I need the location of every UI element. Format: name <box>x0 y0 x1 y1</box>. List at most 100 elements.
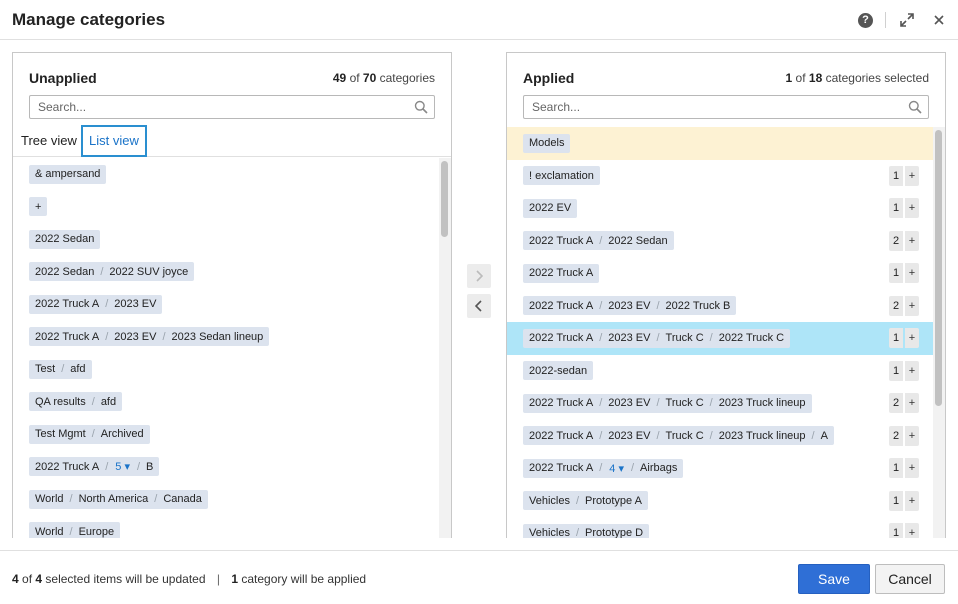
cancel-button[interactable]: Cancel <box>875 564 945 594</box>
plus-icon[interactable]: + <box>905 523 919 538</box>
collapsed-path-dropdown[interactable]: 4 ▾ <box>609 462 624 475</box>
category-chip[interactable]: 2022 Truck A / 2023 EV / 2022 Truck B <box>523 296 737 316</box>
category-path-part: Truck C <box>665 397 704 410</box>
category-chip[interactable]: 2022 Truck A / 2023 EV / Truck C / 2022 Truck … <box>523 328 791 348</box>
category-chip[interactable]: 2022-sedan <box>523 361 594 381</box>
category-chip[interactable]: QA results / afd <box>29 392 123 412</box>
category-chip[interactable]: Vehicles / Prototype A <box>523 491 648 511</box>
category-chip[interactable]: 2022 Truck A / 2023 EV / Truck C / 2023 Truck … <box>523 393 812 413</box>
category-path-part: Vehicles <box>529 494 570 507</box>
plus-icon[interactable]: + <box>905 490 919 511</box>
list-item[interactable]: 2022 Truck A / 2023 EV / 2022 Truck B 2 + <box>507 290 933 323</box>
applied-scrollbar[interactable] <box>933 127 945 538</box>
plus-icon[interactable]: + <box>905 458 919 478</box>
plus-icon[interactable]: + <box>905 198 919 218</box>
unapplied-panel: Unapplied 49 of 70 categories Tree view … <box>12 52 452 538</box>
list-item[interactable]: 2022 Truck A / 2023 EV / Truck C / 2023 Truck … <box>507 420 933 453</box>
plus-icon[interactable]: + <box>905 360 919 381</box>
help-icon[interactable]: ? <box>858 12 873 28</box>
list-item[interactable]: 2022 Sedan <box>13 223 439 256</box>
list-item[interactable]: 2022 Sedan / 2022 SUV joyce <box>13 256 439 289</box>
category-chip[interactable]: Test Mgmt / Archived <box>29 424 150 444</box>
dialog-header: Manage categories ? <box>0 0 958 40</box>
move-left-button[interactable] <box>467 294 491 318</box>
close-icon[interactable] <box>930 11 948 29</box>
category-chip[interactable]: Test / afd <box>29 359 92 379</box>
category-chip[interactable]: 2022 Truck A / 2022 Sedan <box>523 231 674 251</box>
footer-applied-count: 1 <box>231 572 239 586</box>
category-chip[interactable]: & ampersand <box>29 164 107 184</box>
path-separator: / <box>61 363 65 376</box>
list-item[interactable]: + <box>13 191 439 224</box>
list-item[interactable]: 2022 Truck A / 2022 Sedan 2 + <box>507 225 933 258</box>
category-path-part: Europe <box>78 525 115 538</box>
list-item[interactable]: 2022 Truck A / 2023 EV / Truck C / 2022 Truck … <box>507 322 933 355</box>
tab-tree-view[interactable]: Tree view <box>21 125 77 157</box>
unapplied-scroll-thumb[interactable] <box>441 161 448 237</box>
category-chip[interactable]: Vehicles / Prototype D <box>523 523 650 538</box>
category-chip[interactable]: 2022 Truck A / 2023 EV <box>29 294 163 314</box>
category-chip[interactable]: 2022 Truck A / 2023 EV / 2023 Sedan lineup <box>29 327 270 347</box>
list-item[interactable]: 2022 Truck A / 2023 EV <box>13 288 439 321</box>
save-button[interactable]: Save <box>798 564 870 594</box>
list-item[interactable]: World / Europe <box>13 516 439 538</box>
collapsed-path-dropdown[interactable]: 5 ▾ <box>115 460 130 473</box>
category-chip[interactable]: 2022 EV <box>523 198 578 218</box>
plus-icon[interactable]: + <box>905 295 919 316</box>
applied-scroll-thumb[interactable] <box>935 130 942 406</box>
category-chip[interactable]: 2022 Truck A / 4 ▾ / Airbags <box>523 458 684 478</box>
tab-list-view[interactable]: List view <box>81 125 147 157</box>
list-item[interactable]: 2022 EV 1 + <box>507 192 933 225</box>
list-item[interactable]: World / North America / Canada <box>13 483 439 516</box>
category-chip[interactable]: World / Europe <box>29 522 121 538</box>
list-item[interactable]: Test Mgmt / Archived <box>13 418 439 451</box>
unapplied-search-input[interactable] <box>30 96 410 118</box>
plus-icon[interactable]: + <box>905 263 919 283</box>
list-item[interactable]: 2022 Truck A / 4 ▾ / Airbags 1 + <box>507 452 933 485</box>
list-item[interactable]: Vehicles / Prototype D 1 + <box>507 517 933 538</box>
list-item[interactable]: QA results / afd <box>13 386 439 419</box>
applied-count-suffix: categories selected <box>825 71 929 85</box>
category-path-part: 2022 Truck A <box>35 460 100 473</box>
category-path-part: Canada <box>163 493 202 506</box>
item-count-control: 1 + <box>889 198 919 218</box>
plus-icon[interactable]: + <box>905 165 919 186</box>
category-chip[interactable]: + <box>29 197 48 217</box>
list-item[interactable]: 2022 Truck A / 2023 EV / 2023 Sedan lineup <box>13 321 439 354</box>
move-right-button[interactable] <box>467 264 491 288</box>
list-item[interactable]: Models <box>507 127 933 160</box>
category-chip[interactable]: ! exclamation <box>523 166 600 186</box>
expand-icon[interactable] <box>898 11 916 29</box>
category-chip[interactable]: 2022 Sedan <box>29 229 101 249</box>
list-item[interactable]: 2022 Truck A / 5 ▾ / B <box>13 451 439 484</box>
list-item[interactable]: Vehicles / Prototype A 1 + <box>507 485 933 518</box>
list-item[interactable]: 2022 Truck A / 2023 EV / Truck C / 2023 Truck … <box>507 387 933 420</box>
category-chip[interactable]: 2022 Truck A / 2023 EV / Truck C / 2023 Truck … <box>523 426 834 446</box>
list-item[interactable]: & ampersand <box>13 158 439 191</box>
category-path-part: Test <box>35 363 56 376</box>
category-chip[interactable]: Models <box>523 133 571 153</box>
plus-icon[interactable]: + <box>905 393 919 413</box>
category-chip[interactable]: 2022 Sedan / 2022 SUV joyce <box>29 262 195 282</box>
plus-icon[interactable]: + <box>905 425 919 446</box>
category-chip[interactable]: 2022 Truck A <box>523 263 600 283</box>
list-item[interactable]: ! exclamation 1 + <box>507 160 933 193</box>
plus-icon[interactable]: + <box>905 230 919 251</box>
path-separator: / <box>709 332 713 345</box>
path-separator: / <box>599 462 603 475</box>
path-separator: / <box>709 429 713 442</box>
path-separator: / <box>136 460 141 473</box>
category-path-part: 2022 Truck A <box>35 298 100 311</box>
category-path-part: 2022 Truck A <box>529 429 594 442</box>
list-item[interactable]: 2022 Truck A 1 + <box>507 257 933 290</box>
applied-search-input[interactable] <box>524 96 904 118</box>
category-chip[interactable]: 2022 Truck A / 5 ▾ / B <box>29 457 160 477</box>
unapplied-count: 49 of 70 categories <box>333 71 435 85</box>
view-tabs: Tree view List view <box>13 125 451 157</box>
unapplied-scrollbar[interactable] <box>439 158 451 538</box>
category-path-part: Prototype A <box>585 494 642 507</box>
list-item[interactable]: Test / afd <box>13 353 439 386</box>
list-item[interactable]: 2022-sedan 1 + <box>507 355 933 388</box>
plus-icon[interactable]: + <box>905 328 919 348</box>
category-chip[interactable]: World / North America / Canada <box>29 489 208 509</box>
